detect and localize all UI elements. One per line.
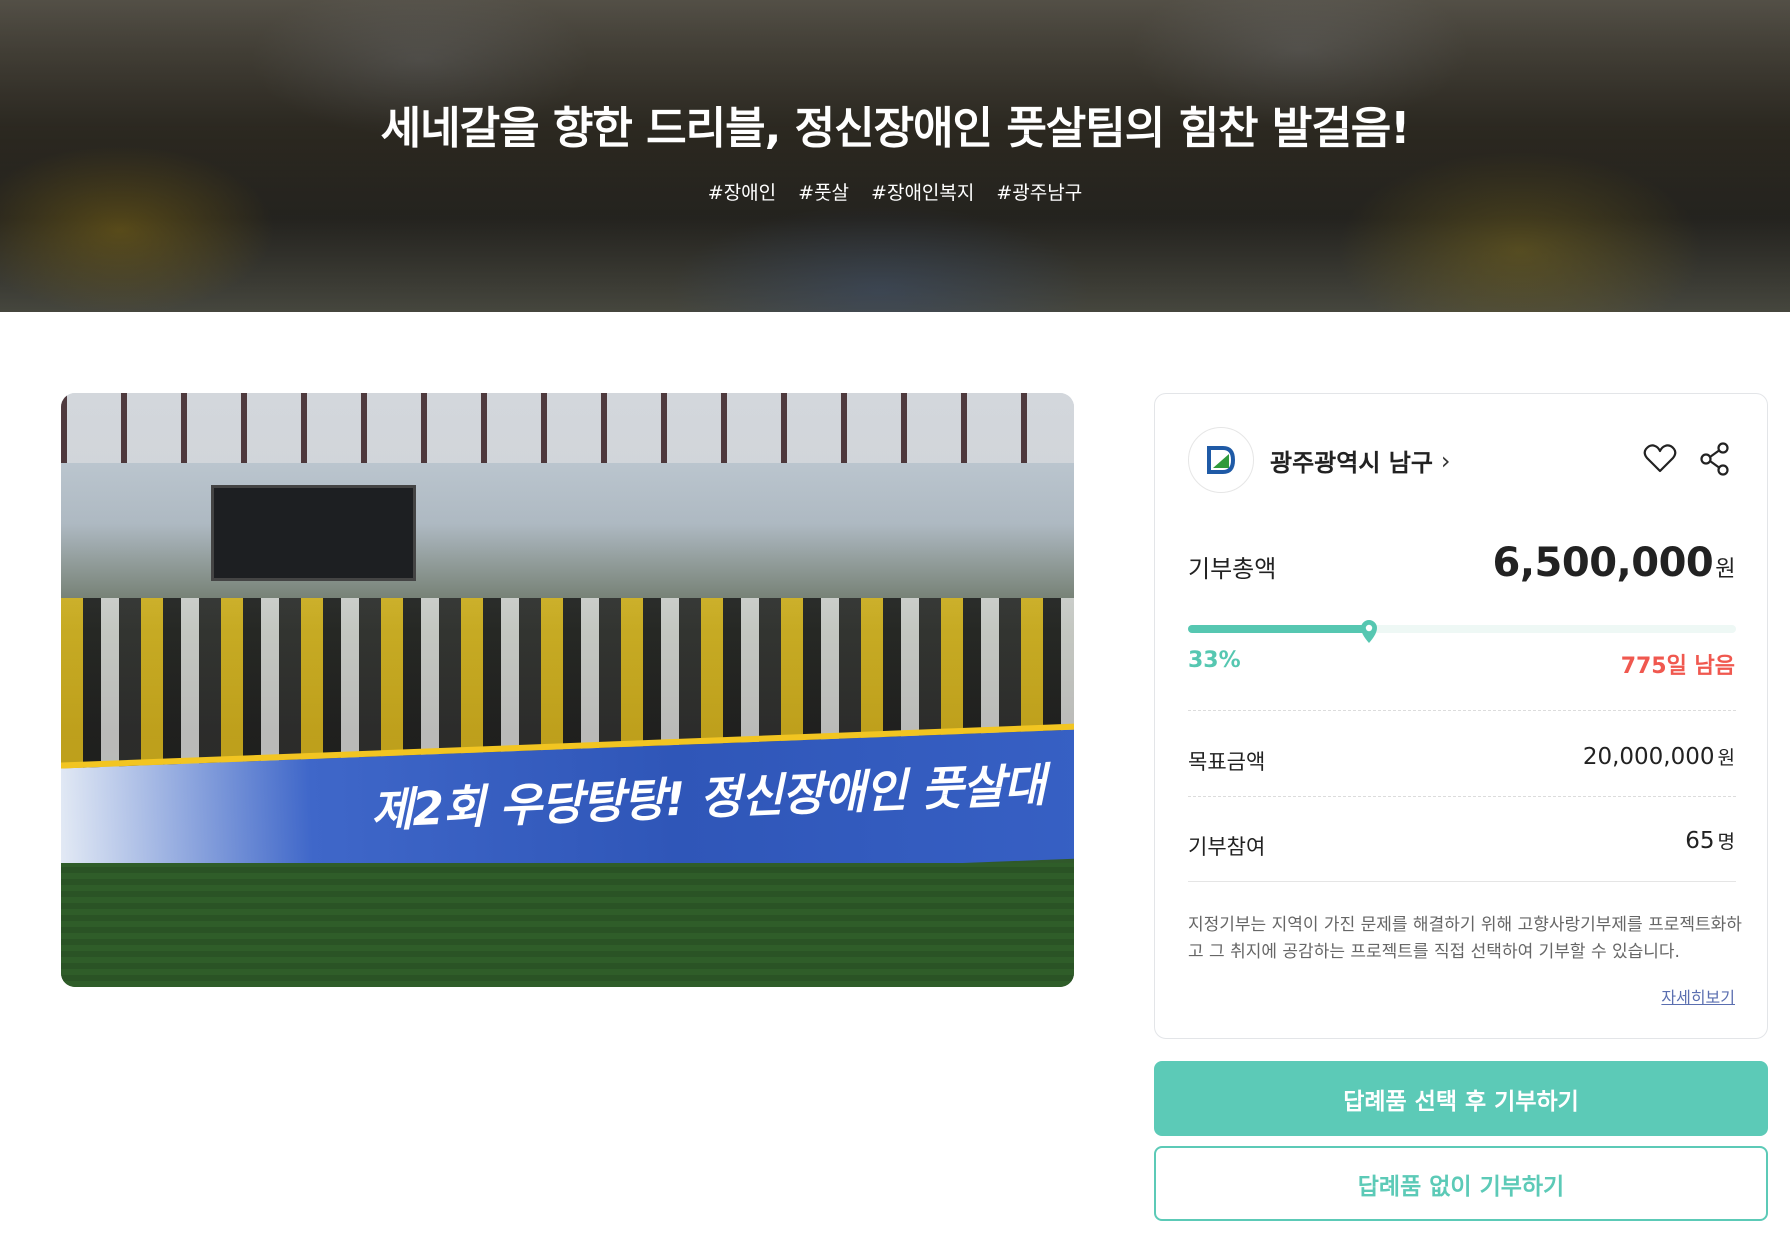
hashtag[interactable]: #광주남구 — [996, 178, 1082, 205]
goal-amount: 20,000,000 원 — [1583, 743, 1735, 770]
org-logo[interactable] — [1188, 427, 1254, 493]
participants-count-unit: 명 — [1717, 831, 1735, 853]
share-button[interactable] — [1695, 439, 1735, 479]
goal-label-text: 목표금액 — [1188, 750, 1266, 774]
hashtag-list: #장애인 #풋살 #장애인복지 #광주남구 — [0, 178, 1790, 205]
share-icon — [1700, 442, 1729, 476]
progress-fill — [1188, 625, 1369, 633]
total-amount-unit: 원 — [1715, 557, 1735, 582]
photo-screen — [211, 485, 416, 581]
photo-roof — [61, 393, 1074, 463]
progress-marker-icon — [1361, 620, 1377, 643]
donation-card: 광주광역시 남구 › 기부총액 6,500,000 원 33% 775일 남음 … — [1154, 393, 1768, 1039]
org-name: 광주광역시 남구 — [1270, 449, 1433, 477]
participants-count-value: 65 — [1685, 828, 1715, 854]
progress-percent: 33% — [1188, 648, 1241, 673]
chevron-right-icon: › — [1440, 446, 1451, 475]
hashtag[interactable]: #장애인 — [708, 178, 776, 205]
divider — [1188, 881, 1736, 882]
days-left: 775일 남음 — [1620, 654, 1735, 679]
donate-with-gift-button[interactable]: 답례품 선택 후 기부하기 — [1154, 1061, 1768, 1136]
photo-banner-text: 제2회 우당탕탕! 정신장애인 풋살대 — [369, 757, 1046, 838]
participants-label: 기부참여 — [1188, 835, 1266, 859]
org-link[interactable]: 광주광역시 남구 › — [1270, 443, 1451, 478]
project-photo: 제2회 우당탕탕! 정신장애인 풋살대 — [61, 393, 1074, 987]
more-details-link[interactable]: 자세히보기 — [1661, 984, 1735, 1008]
org-logo-icon — [1207, 446, 1236, 474]
progress-bar — [1188, 620, 1736, 643]
heart-icon — [1643, 444, 1677, 473]
total-amount-label: 기부총액 — [1188, 555, 1277, 583]
page-title: 세네갈을 향한 드리블, 정신장애인 풋살팀의 힘찬 발걸음! — [380, 103, 1411, 154]
donate-without-gift-button[interactable]: 답례품 없이 기부하기 — [1154, 1146, 1768, 1221]
photo-turf — [61, 863, 1074, 987]
hashtag[interactable]: #장애인복지 — [871, 178, 974, 205]
total-amount: 6,500,000 원 — [1492, 540, 1736, 586]
total-amount-value: 6,500,000 — [1492, 540, 1714, 586]
goal-amount-unit: 원 — [1717, 747, 1735, 769]
divider — [1188, 796, 1736, 797]
participants-count: 65 명 — [1685, 827, 1735, 854]
like-button[interactable] — [1640, 439, 1680, 479]
divider — [1188, 710, 1736, 711]
hero-banner: 세네갈을 향한 드리블, 정신장애인 풋살팀의 힘찬 발걸음! #장애인 #풋살… — [0, 0, 1790, 312]
goal-amount-value: 20,000,000 — [1582, 744, 1715, 770]
hashtag[interactable]: #풋살 — [798, 178, 849, 205]
donation-description: 지정기부는 지역이 가진 문제를 해결하기 위해 고향사랑기부제를 프로젝트화하… — [1188, 915, 1742, 962]
